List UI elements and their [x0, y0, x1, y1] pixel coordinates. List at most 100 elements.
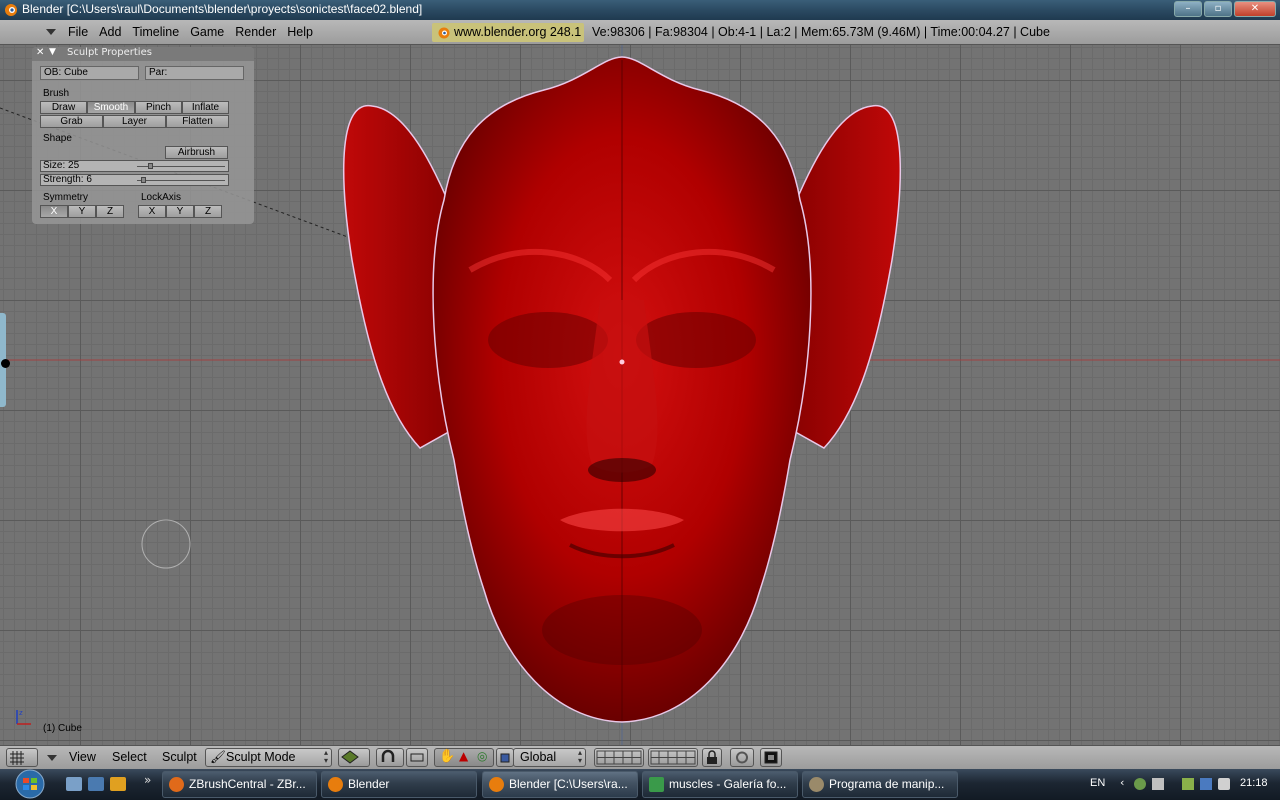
info-header: File Add Timeline Game Render Help www.b…	[0, 20, 1280, 45]
menu-timeline[interactable]: Timeline	[132, 25, 190, 39]
scene-stats: Ve:98306 | Fa:98304 | Ob:4-1 | La:2 | Me…	[592, 25, 1050, 39]
window-titlebar: Blender [C:\Users\raul\Documents\blender…	[0, 0, 1280, 20]
panel-header: ✕ ▼ Sculpt Properties	[32, 47, 254, 61]
blender-icon	[328, 777, 343, 792]
shading-cube-icon	[341, 750, 359, 764]
symmetry-z-toggle[interactable]: Z	[96, 205, 124, 218]
hand-icon[interactable]: ✋	[439, 749, 455, 764]
render-preview-button[interactable]	[760, 748, 782, 767]
menu-file[interactable]: File	[68, 25, 99, 39]
brush-pinch-button[interactable]: Pinch	[135, 101, 182, 114]
snap-toggle[interactable]	[730, 748, 754, 767]
editor-type-selector[interactable]	[6, 748, 38, 767]
lock-layers-toggle[interactable]	[702, 748, 722, 767]
menu-select[interactable]: Select	[112, 750, 147, 764]
tray-app-icon[interactable]	[1152, 778, 1164, 790]
maximize-button[interactable]: ▫	[1204, 1, 1232, 17]
close-button[interactable]: ✕	[1234, 1, 1276, 17]
symmetry-y-toggle[interactable]: Y	[68, 205, 96, 218]
language-indicator[interactable]: EN	[1090, 777, 1105, 789]
scale-manipulator-toggle[interactable]	[496, 748, 514, 767]
snap-magnet-icon	[736, 751, 748, 764]
object-name-field[interactable]: OB: Cube	[40, 66, 139, 80]
blender-icon	[489, 777, 504, 792]
symmetry-x-toggle[interactable]: X	[40, 205, 68, 218]
brush-draw-button[interactable]: Draw	[40, 101, 87, 114]
header-collapse-icon[interactable]	[46, 29, 56, 35]
battery-icon[interactable]	[1182, 778, 1194, 790]
shape-label: Shape	[43, 133, 72, 144]
rotate-icon[interactable]: ◎	[477, 749, 487, 763]
pivot-selector[interactable]	[376, 748, 404, 767]
task-gimp[interactable]: Programa de manip...	[802, 771, 958, 798]
svg-text:z: z	[19, 709, 23, 717]
layer-grid-icon-2	[650, 750, 696, 765]
menu-view[interactable]: View	[69, 750, 96, 764]
mode-selector-value: Sculpt Mode	[226, 750, 296, 764]
menu-help[interactable]: Help	[287, 25, 324, 39]
orientation-value: Global	[520, 750, 557, 764]
brush-layer-button[interactable]: Layer	[103, 115, 166, 128]
blender-app-icon	[5, 4, 17, 16]
parent-field[interactable]: Par:	[145, 66, 244, 80]
tray-expand-icon[interactable]: ‹	[1120, 776, 1124, 789]
menu-sculpt[interactable]: Sculpt	[162, 750, 197, 764]
switch-windows-icon[interactable]	[88, 777, 104, 791]
proportional-icon	[410, 753, 424, 762]
airbrush-toggle[interactable]: Airbrush	[165, 146, 228, 159]
clock[interactable]: 21:18	[1240, 777, 1268, 789]
menu-add[interactable]: Add	[99, 25, 132, 39]
strength-slider[interactable]: Strength: 6	[40, 174, 229, 186]
render-icon	[764, 751, 778, 764]
layers-group-2[interactable]	[648, 748, 698, 767]
blender-website-link[interactable]: www.blender.org 248.1	[432, 23, 584, 42]
brush-cursor-circle	[141, 519, 191, 569]
brush-grab-button[interactable]: Grab	[40, 115, 103, 128]
orientation-selector[interactable]: Global ▴ ▾	[513, 748, 586, 767]
gimp-icon	[809, 777, 824, 792]
panel-close-icon[interactable]: ✕	[36, 47, 44, 58]
network-icon[interactable]	[1134, 778, 1146, 790]
lockaxis-z-toggle[interactable]: Z	[194, 205, 222, 218]
lockaxis-y-toggle[interactable]: Y	[166, 205, 194, 218]
blender-logo-icon	[438, 27, 450, 39]
strength-slider-label: Strength: 6	[43, 174, 92, 185]
scale-icon	[500, 753, 510, 763]
windows-start-icon[interactable]	[8, 769, 52, 800]
show-desktop-icon[interactable]	[66, 777, 82, 791]
firefox-icon	[169, 777, 184, 792]
size-slider-label: Size: 25	[43, 160, 80, 171]
mode-selector[interactable]: 🖌 Sculpt Mode ▴ ▾	[205, 748, 332, 767]
connection-icon[interactable]	[1200, 778, 1212, 790]
lockaxis-x-toggle[interactable]: X	[138, 205, 166, 218]
task-zbrushcentral[interactable]: ZBrushCentral - ZBr...	[162, 771, 317, 798]
minimize-button[interactable]: –	[1174, 1, 1202, 17]
header-menu-collapse-icon[interactable]	[47, 755, 57, 761]
main-menu: File Add Timeline Game Render Help	[68, 25, 324, 39]
lockaxis-label: LockAxis	[141, 192, 182, 203]
menu-render[interactable]: Render	[235, 25, 287, 39]
layers-group-1[interactable]	[594, 748, 644, 767]
task-photo-gallery[interactable]: muscles - Galería fo...	[642, 771, 798, 798]
strength-slider-knob[interactable]	[141, 177, 147, 183]
translate-icon[interactable]: ▲	[459, 749, 468, 763]
quicklaunch-expand-icon[interactable]: »	[144, 773, 151, 787]
size-slider-knob[interactable]	[147, 163, 153, 169]
volume-icon[interactable]	[1218, 778, 1230, 790]
website-label: www.blender.org 248.1	[454, 25, 582, 39]
task-blender[interactable]: Blender	[321, 771, 477, 798]
sculpt-properties-panel: ✕ ▼ Sculpt Properties OB: Cube Par: Brus…	[32, 47, 254, 224]
magnet-icon	[381, 749, 395, 762]
task-blender-file[interactable]: Blender [C:\Users\ra...	[482, 771, 638, 798]
brush-inflate-button[interactable]: Inflate	[182, 101, 229, 114]
active-object-label: (1) Cube	[43, 723, 82, 734]
brush-flatten-button[interactable]: Flatten	[166, 115, 229, 128]
menu-game[interactable]: Game	[190, 25, 235, 39]
panel-collapse-icon[interactable]: ▼	[49, 47, 56, 57]
brush-smooth-button[interactable]: Smooth	[87, 101, 135, 114]
draw-type-selector[interactable]	[338, 748, 370, 767]
proportional-edit-toggle[interactable]	[406, 748, 428, 767]
viewport-origin-dot	[1, 359, 10, 368]
size-slider[interactable]: Size: 25	[40, 160, 229, 172]
media-player-icon[interactable]	[110, 777, 126, 791]
